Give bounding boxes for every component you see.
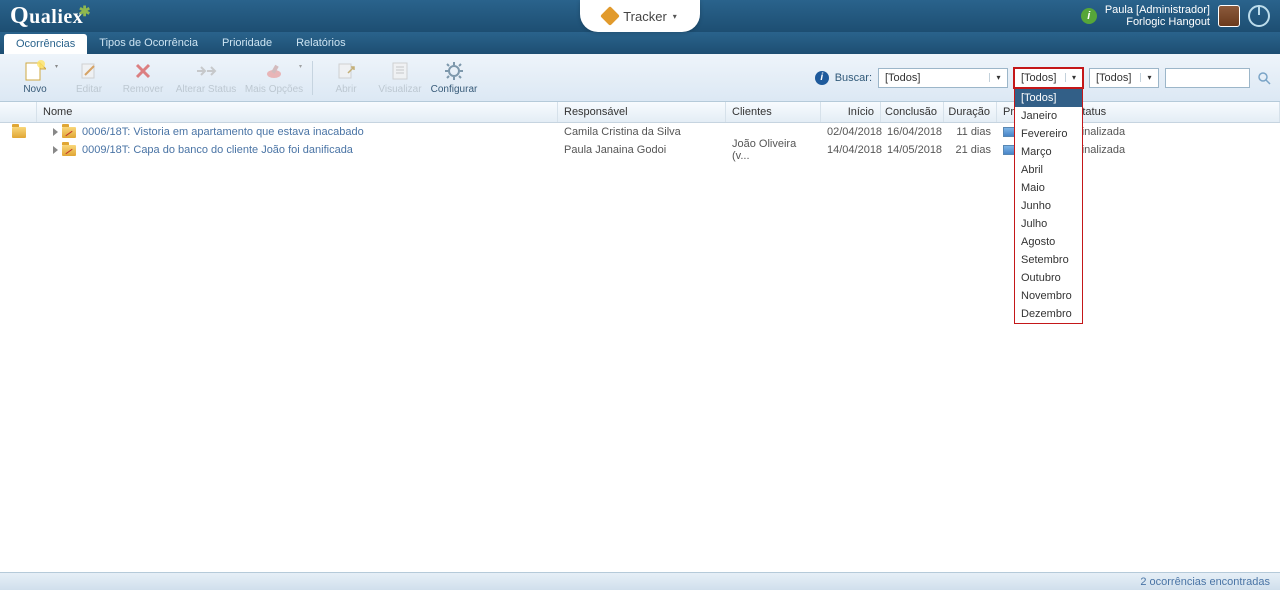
month-option[interactable]: Março bbox=[1015, 143, 1082, 161]
row-responsavel: Camila Cristina da Silva bbox=[558, 126, 726, 138]
mais-opcoes-button[interactable]: Mais Opções▾ bbox=[242, 57, 306, 99]
month-option[interactable]: Maio bbox=[1015, 179, 1082, 197]
tab-prioridade[interactable]: Prioridade bbox=[210, 32, 284, 54]
avatar[interactable] bbox=[1218, 5, 1240, 27]
search-label: Buscar: bbox=[835, 72, 872, 84]
month-combo[interactable]: [Todos]▾ bbox=[1014, 68, 1083, 88]
abrir-button[interactable]: Abrir bbox=[319, 57, 373, 99]
col-inicio[interactable]: Início bbox=[821, 102, 881, 122]
table-row[interactable]: 0009/18T: Capa do banco do cliente João … bbox=[0, 141, 1280, 159]
item-folder-icon bbox=[62, 127, 76, 138]
row-name: 0009/18T: Capa do banco do cliente João … bbox=[82, 144, 353, 156]
info-icon[interactable]: i bbox=[1081, 8, 1097, 24]
status-bar: 2 ocorrências encontradas bbox=[0, 572, 1280, 590]
month-option[interactable]: Fevereiro bbox=[1015, 125, 1082, 143]
month-filter-wrap: [Todos]▾ [Todos]JaneiroFevereiroMarçoAbr… bbox=[1014, 68, 1083, 88]
col-conclusao[interactable]: Conclusão bbox=[881, 102, 944, 122]
user-label: Paula [Administrador] Forlogic Hangout bbox=[1105, 4, 1210, 28]
col-status[interactable]: Status bbox=[1069, 102, 1280, 122]
help-icon[interactable]: i bbox=[815, 71, 829, 85]
col-responsavel[interactable]: Responsável bbox=[558, 102, 726, 122]
search-combo-1[interactable]: [Todos]▾ bbox=[878, 68, 1008, 88]
row-inicio: 02/04/2018 bbox=[821, 126, 881, 138]
month-option[interactable]: [Todos] bbox=[1015, 89, 1082, 107]
configurar-button[interactable]: Configurar bbox=[427, 57, 481, 99]
folder-icon bbox=[12, 127, 26, 138]
row-status: Finalizada bbox=[1069, 144, 1280, 156]
month-option[interactable]: Janeiro bbox=[1015, 107, 1082, 125]
tab-tipos[interactable]: Tipos de Ocorrência bbox=[87, 32, 210, 54]
row-conclusao: 14/05/2018 bbox=[881, 144, 944, 156]
col-nome[interactable]: Nome bbox=[37, 102, 558, 122]
logout-icon[interactable] bbox=[1248, 5, 1270, 27]
row-duracao: 11 dias bbox=[944, 126, 997, 138]
month-option[interactable]: Agosto bbox=[1015, 233, 1082, 251]
app-logo: QQualiexualiex✱ bbox=[0, 3, 83, 30]
remover-button[interactable]: Remover bbox=[116, 57, 170, 99]
row-name: 0006/18T: Vistoria em apartamento que es… bbox=[82, 126, 364, 138]
row-clientes: João Oliveira (v... bbox=[726, 138, 821, 162]
row-status: Finalizada bbox=[1069, 126, 1280, 138]
month-dropdown: [Todos]JaneiroFevereiroMarçoAbrilMaioJun… bbox=[1014, 89, 1083, 324]
item-folder-icon bbox=[62, 145, 76, 156]
month-option[interactable]: Dezembro bbox=[1015, 305, 1082, 323]
alterar-status-button[interactable]: Alterar Status bbox=[170, 57, 242, 99]
col-clientes[interactable]: Clientes bbox=[726, 102, 821, 122]
row-responsavel: Paula Janaina Godoi bbox=[558, 144, 726, 156]
row-duracao: 21 dias bbox=[944, 144, 997, 156]
col-duracao[interactable]: Duração bbox=[944, 102, 997, 122]
search-input[interactable] bbox=[1165, 68, 1250, 88]
tracker-dropdown[interactable]: Tracker▾ bbox=[580, 0, 700, 32]
novo-button[interactable]: Novo▾ bbox=[8, 57, 62, 99]
table-row[interactable]: 0006/18T: Vistoria em apartamento que es… bbox=[0, 123, 1280, 141]
tab-ocorrencias[interactable]: Ocorrências bbox=[4, 34, 87, 54]
month-option[interactable]: Outubro bbox=[1015, 269, 1082, 287]
search-combo-3[interactable]: [Todos]▾ bbox=[1089, 68, 1159, 88]
month-option[interactable]: Abril bbox=[1015, 161, 1082, 179]
editar-button[interactable]: Editar bbox=[62, 57, 116, 99]
expand-icon[interactable] bbox=[53, 146, 58, 154]
visualizar-button[interactable]: Visualizar bbox=[373, 57, 427, 99]
month-option[interactable]: Setembro bbox=[1015, 251, 1082, 269]
month-option[interactable]: Junho bbox=[1015, 197, 1082, 215]
month-option[interactable]: Julho bbox=[1015, 215, 1082, 233]
search-icon[interactable] bbox=[1256, 70, 1272, 86]
tab-relatorios[interactable]: Relatórios bbox=[284, 32, 358, 54]
row-conclusao: 16/04/2018 bbox=[881, 126, 944, 138]
month-option[interactable]: Novembro bbox=[1015, 287, 1082, 305]
row-inicio: 14/04/2018 bbox=[821, 144, 881, 156]
expand-icon[interactable] bbox=[53, 128, 58, 136]
